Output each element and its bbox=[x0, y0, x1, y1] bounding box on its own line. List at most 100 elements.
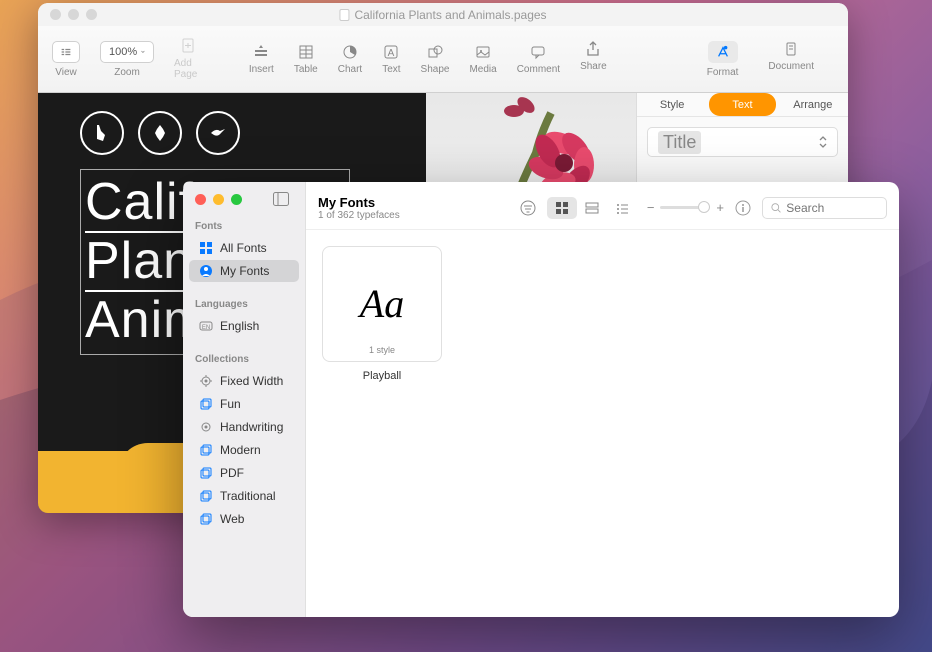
add-page-label: Add Page bbox=[174, 58, 203, 80]
sidebar-item-label: Modern bbox=[220, 443, 261, 457]
info-icon[interactable] bbox=[734, 199, 752, 217]
list-view-button[interactable] bbox=[607, 197, 637, 219]
size-slider[interactable]: − + bbox=[647, 200, 724, 215]
inspector-tab-style[interactable]: Style bbox=[639, 93, 705, 116]
table-button[interactable] bbox=[298, 44, 314, 60]
search-icon bbox=[771, 202, 781, 214]
grid-view-button[interactable] bbox=[547, 197, 577, 219]
language-icon: EN bbox=[199, 319, 213, 333]
insert-button[interactable] bbox=[253, 44, 269, 60]
close-button[interactable] bbox=[50, 9, 61, 20]
view-button[interactable] bbox=[52, 41, 80, 63]
hummingbird-icon bbox=[196, 111, 240, 155]
fontbook-sidebar: Fonts All Fonts My Fonts Languages EN En… bbox=[183, 182, 306, 617]
document-label: Document bbox=[768, 61, 814, 72]
font-styles-count: 1 style bbox=[369, 345, 395, 355]
font-preview: Aa bbox=[360, 284, 404, 324]
document-button[interactable] bbox=[783, 41, 799, 57]
search-field[interactable] bbox=[762, 197, 887, 219]
minimize-button[interactable] bbox=[213, 194, 224, 205]
fullscreen-button[interactable] bbox=[231, 194, 242, 205]
share-label: Share bbox=[580, 61, 607, 72]
close-button[interactable] bbox=[195, 194, 206, 205]
document-icon bbox=[339, 9, 349, 21]
svg-text:EN: EN bbox=[202, 325, 210, 331]
media-label: Media bbox=[469, 64, 496, 75]
zoom-select[interactable]: 100% bbox=[100, 41, 154, 63]
sidebar-item-label: PDF bbox=[220, 466, 244, 480]
fontbook-subtitle: 1 of 362 typefaces bbox=[318, 210, 400, 221]
paragraph-style-value: Title bbox=[658, 131, 701, 154]
sidebar-item-web[interactable]: Web bbox=[189, 508, 299, 530]
person-icon bbox=[199, 264, 213, 278]
collection-icon bbox=[199, 512, 213, 526]
leaf-icon bbox=[138, 111, 182, 155]
paragraph-style-select[interactable]: Title bbox=[647, 127, 838, 157]
sidebar-item-traditional[interactable]: Traditional bbox=[189, 485, 299, 507]
window-title: California Plants and Animals.pages bbox=[354, 8, 546, 22]
inspector-tab-arrange[interactable]: Arrange bbox=[780, 93, 846, 116]
insert-label: Insert bbox=[249, 64, 274, 75]
gear-icon bbox=[199, 374, 213, 388]
chart-button[interactable] bbox=[342, 44, 358, 60]
sidebar-item-handwriting[interactable]: Handwriting bbox=[189, 416, 299, 438]
sidebar-header-languages: Languages bbox=[183, 283, 305, 314]
zoom-value: 100% bbox=[109, 46, 137, 58]
pages-titlebar: California Plants and Animals.pages bbox=[38, 3, 848, 26]
text-label: Text bbox=[382, 64, 400, 75]
text-button[interactable]: A bbox=[383, 44, 399, 60]
sidebar-item-modern[interactable]: Modern bbox=[189, 439, 299, 461]
sidebar-item-label: Web bbox=[220, 512, 244, 526]
share-button[interactable] bbox=[585, 41, 601, 57]
media-button[interactable] bbox=[475, 44, 491, 60]
fontbook-main: My Fonts 1 of 362 typefaces − + bbox=[306, 182, 899, 617]
rows-view-button[interactable] bbox=[577, 197, 607, 219]
collection-icon bbox=[199, 489, 213, 503]
format-label: Format bbox=[707, 67, 739, 78]
grid-icon bbox=[199, 241, 213, 255]
inspector-tab-text[interactable]: Text bbox=[709, 93, 775, 116]
gear-icon bbox=[199, 420, 213, 434]
filter-icon[interactable] bbox=[519, 199, 537, 217]
slider-knob[interactable] bbox=[698, 201, 710, 213]
font-card[interactable]: Aa 1 style bbox=[322, 246, 442, 362]
view-label: View bbox=[55, 67, 77, 78]
sidebar-item-label: Traditional bbox=[220, 489, 276, 503]
sidebar-item-label: Fun bbox=[220, 397, 241, 411]
sidebar-header-collections: Collections bbox=[183, 338, 305, 369]
fontbook-title: My Fonts bbox=[318, 195, 400, 210]
sidebar-item-pdf[interactable]: PDF bbox=[189, 462, 299, 484]
pages-toolbar: View 100% Zoom Add Page Insert bbox=[38, 26, 848, 93]
sidebar-item-english[interactable]: EN English bbox=[189, 315, 299, 337]
chevron-down-icon bbox=[141, 48, 145, 56]
view-mode-toggle bbox=[547, 197, 637, 219]
sidebar-item-label: English bbox=[220, 319, 259, 333]
collection-icon bbox=[199, 397, 213, 411]
minus-icon[interactable]: − bbox=[647, 200, 655, 215]
sidebar-header-fonts: Fonts bbox=[183, 205, 305, 236]
shape-button[interactable] bbox=[427, 44, 443, 60]
slider-track[interactable] bbox=[660, 206, 710, 209]
collection-icon bbox=[199, 443, 213, 457]
sidebar-item-all-fonts[interactable]: All Fonts bbox=[189, 237, 299, 259]
sidebar-item-fixed-width[interactable]: Fixed Width bbox=[189, 370, 299, 392]
fullscreen-button[interactable] bbox=[86, 9, 97, 20]
sidebar-item-fun[interactable]: Fun bbox=[189, 393, 299, 415]
comment-button[interactable] bbox=[530, 44, 546, 60]
minimize-button[interactable] bbox=[68, 9, 79, 20]
font-grid: Aa 1 style Playball bbox=[306, 230, 899, 617]
sidebar-toggle-icon[interactable] bbox=[273, 192, 289, 206]
font-tile[interactable]: Aa 1 style Playball bbox=[322, 246, 442, 382]
plus-icon[interactable]: + bbox=[716, 200, 724, 215]
chart-label: Chart bbox=[338, 64, 362, 75]
sidebar-item-label: Handwriting bbox=[220, 420, 283, 434]
font-name: Playball bbox=[322, 370, 442, 382]
comment-label: Comment bbox=[517, 64, 560, 75]
search-input[interactable] bbox=[786, 201, 878, 215]
chevron-updown-icon bbox=[819, 136, 827, 148]
fontbook-window: Fonts All Fonts My Fonts Languages EN En… bbox=[183, 182, 899, 617]
sidebar-item-label: My Fonts bbox=[220, 264, 269, 278]
sidebar-item-my-fonts[interactable]: My Fonts bbox=[189, 260, 299, 282]
zoom-label: Zoom bbox=[114, 67, 140, 78]
format-button[interactable] bbox=[708, 41, 738, 63]
